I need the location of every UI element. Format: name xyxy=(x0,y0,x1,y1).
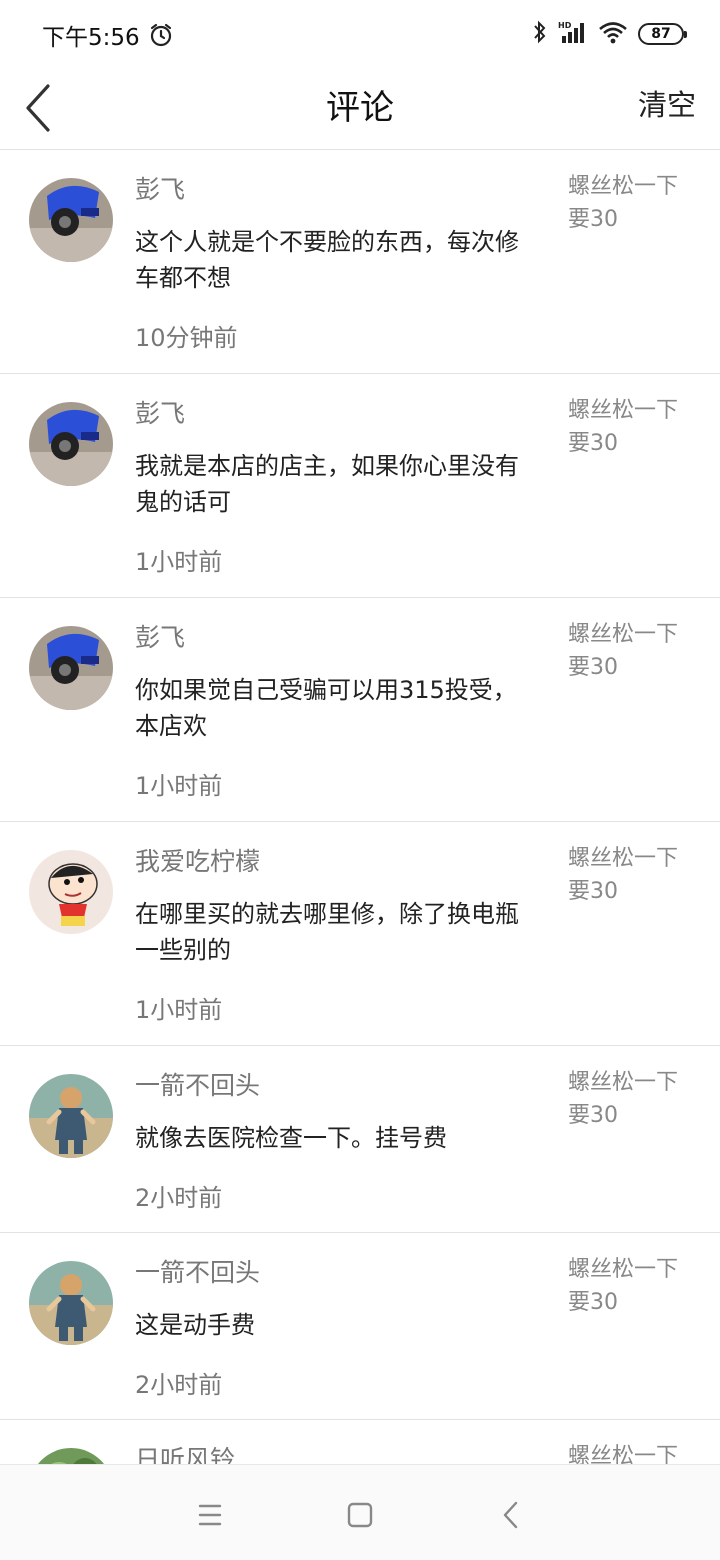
comment-time: 1小时前 xyxy=(135,772,223,800)
battery-level: 87 xyxy=(651,26,671,42)
comment-content: 就像去医院检查一下。挂号费 xyxy=(135,1124,447,1152)
comment-author: 一箭不回头 xyxy=(135,1071,261,1100)
avatar[interactable] xyxy=(29,178,113,262)
comment-time: 1小时前 xyxy=(135,548,223,576)
wifi-icon xyxy=(598,20,628,48)
comment-content: 我就是本店的店主，如果你心里没有鬼的话可 xyxy=(135,452,519,516)
comment-item[interactable]: 一箭不回头 就像去医院检查一下。挂号费 2小时前 螺丝松一下要30 xyxy=(0,1046,720,1233)
avatar[interactable] xyxy=(29,1448,113,1464)
comment-quote: 螺丝松一下 xyxy=(568,1444,679,1464)
comment-item[interactable]: 彭飞 你如果觉自己受骗可以用315投受，本店欢 1小时前 螺丝松一下要30 xyxy=(0,598,720,822)
avatar[interactable] xyxy=(29,626,113,710)
menu-icon[interactable] xyxy=(190,1495,230,1535)
avatar[interactable] xyxy=(29,1074,113,1158)
title-bar: 评论 清空 xyxy=(0,66,720,150)
status-icons: HD 87 xyxy=(532,20,687,48)
battery-icon: 87 xyxy=(638,23,687,45)
bluetooth-icon xyxy=(532,20,548,48)
system-nav-bar xyxy=(0,1464,720,1560)
alarm-icon xyxy=(148,22,174,52)
comment-item[interactable]: 一箭不回头 这是动手费 2小时前 螺丝松一下要30 xyxy=(0,1233,720,1420)
clear-button[interactable]: 清空 xyxy=(638,82,696,124)
comment-item[interactable]: 彭飞 我就是本店的店主，如果你心里没有鬼的话可 1小时前 螺丝松一下要30 xyxy=(0,374,720,598)
comment-quote: 螺丝松一下要30 xyxy=(568,1257,679,1315)
comment-item[interactable]: 我爱吃柠檬 在哪里买的就去哪里修，除了换电瓶一些别的 1小时前 螺丝松一下要30 xyxy=(0,822,720,1046)
home-icon[interactable] xyxy=(340,1495,380,1535)
status-bar: 下午5:56 HD 87 xyxy=(0,0,720,66)
comment-quote: 螺丝松一下要30 xyxy=(568,622,679,680)
comment-quote: 螺丝松一下要30 xyxy=(568,1070,679,1128)
comment-list[interactable]: 彭飞 这个人就是个不要脸的东西，每次修车都不想 10分钟前 螺丝松一下要30 彭… xyxy=(0,150,720,1464)
hd-signal-icon: HD xyxy=(558,20,588,48)
status-time: 下午5:56 xyxy=(42,25,140,51)
comment-author: 彭飞 xyxy=(135,175,186,204)
comment-author: 彭飞 xyxy=(135,623,186,652)
back-icon[interactable] xyxy=(492,1495,532,1535)
comment-author: 日听风铃 xyxy=(135,1445,236,1464)
comment-item[interactable]: 日听风铃 螺丝松一下 xyxy=(0,1420,720,1464)
avatar[interactable] xyxy=(29,850,113,934)
comment-content: 在哪里买的就去哪里修，除了换电瓶一些别的 xyxy=(135,900,519,964)
comment-item[interactable]: 彭飞 这个人就是个不要脸的东西，每次修车都不想 10分钟前 螺丝松一下要30 xyxy=(0,150,720,374)
comment-time: 1小时前 xyxy=(135,996,223,1024)
page-title: 评论 xyxy=(326,88,394,128)
comment-author: 我爱吃柠檬 xyxy=(135,847,261,876)
svg-text:HD: HD xyxy=(558,21,572,30)
comment-quote: 螺丝松一下要30 xyxy=(568,846,679,904)
comment-quote: 螺丝松一下要30 xyxy=(568,174,679,232)
comment-quote: 螺丝松一下要30 xyxy=(568,398,679,456)
avatar[interactable] xyxy=(29,1261,113,1345)
comment-time: 2小时前 xyxy=(135,1184,223,1212)
comment-author: 一箭不回头 xyxy=(135,1258,261,1287)
avatar[interactable] xyxy=(29,402,113,486)
comment-author: 彭飞 xyxy=(135,399,186,428)
comment-content: 这个人就是个不要脸的东西，每次修车都不想 xyxy=(135,228,519,292)
comment-content: 这是动手费 xyxy=(135,1311,255,1339)
comment-time: 2小时前 xyxy=(135,1371,223,1399)
comment-content: 你如果觉自己受骗可以用315投受，本店欢 xyxy=(135,676,517,740)
comment-time: 10分钟前 xyxy=(135,324,238,352)
